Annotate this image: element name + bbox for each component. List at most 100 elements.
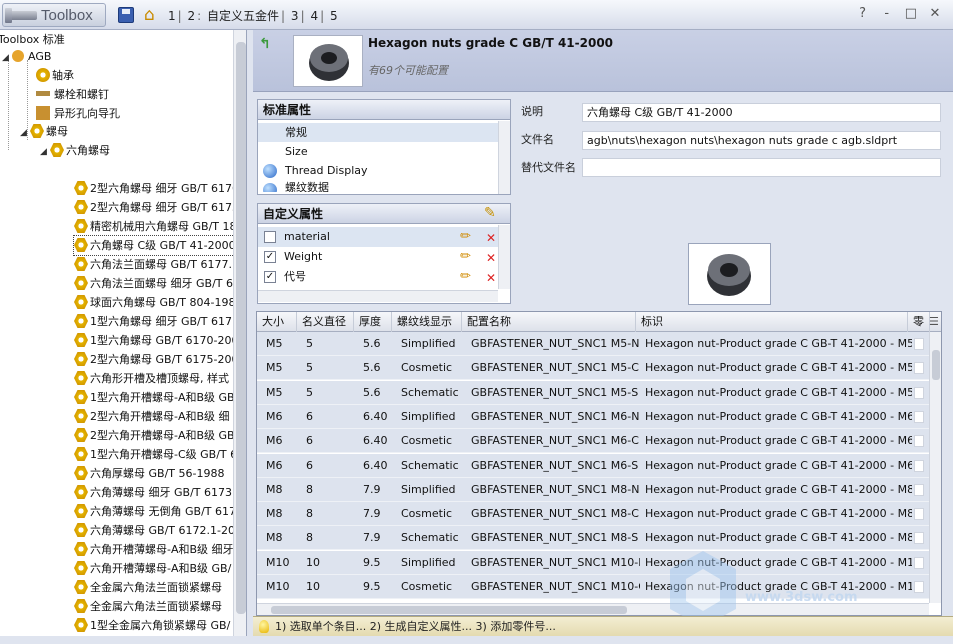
tree-node-bolts[interactable]: 螺栓和螺钉 [36, 85, 109, 104]
tree-item-hex-nut[interactable]: 六角厚螺母 GB/T 56-1988 [74, 464, 224, 483]
col-part-number[interactable]: 零 [908, 312, 930, 332]
table-row[interactable]: M6 6 6.40 Simplified GBFASTENER_NUT_SNC1 M6-… [257, 404, 929, 429]
part-number-cell[interactable] [914, 556, 924, 569]
description-field[interactable]: 六角螺母 C级 GB/T 41-2000 [582, 103, 941, 122]
custom-prop-weight[interactable]: ✓ Weight ✏ ✕ [258, 247, 498, 267]
tree-node-nuts[interactable]: ◢ 螺母 [20, 122, 68, 141]
tree-node-agb[interactable]: ◢ AGB [2, 47, 51, 66]
table-row[interactable]: M5 5 5.6 Cosmetic GBFASTENER_NUT_SNC1 M5-C He… [257, 356, 929, 381]
maximize-button[interactable]: □ [901, 6, 921, 21]
prop-general[interactable]: 常规 [258, 123, 498, 142]
standard-props-scrollbar[interactable] [498, 121, 510, 194]
help-button[interactable]: ? [853, 6, 873, 21]
col-size[interactable]: 大小 [257, 312, 297, 332]
col-nominal-diameter[interactable]: 名义直径 [297, 312, 354, 332]
material-checkbox[interactable] [264, 231, 276, 243]
part-number-cell[interactable] [914, 532, 924, 545]
column-chooser-icon[interactable]: ☰ [929, 315, 939, 328]
tree-item-hex-nut[interactable]: 六角薄螺母 无倒角 GB/T 617 [74, 502, 236, 521]
table-row[interactable]: M8 8 7.9 Schematic GBFASTENER_NUT_SNC1 M8-S H… [257, 526, 929, 551]
toolbox-logo[interactable]: Toolbox [2, 3, 106, 27]
tab-3[interactable]: 3 [291, 9, 299, 23]
part-number-cell[interactable] [914, 338, 924, 350]
edit-icon[interactable]: ✏ [460, 250, 476, 264]
tree-item-hex-nut[interactable]: 球面六角螺母 GB/T 804-1988 [74, 293, 242, 312]
part-number-cell[interactable] [914, 435, 924, 448]
weight-checkbox[interactable]: ✓ [264, 251, 276, 263]
prop-thread-display[interactable]: Thread Display [258, 161, 498, 180]
minimize-button[interactable]: - [877, 6, 897, 21]
tab-1[interactable]: 1 [168, 9, 176, 23]
part-number-cell[interactable] [914, 483, 924, 496]
table-scroll-thumb[interactable] [932, 350, 940, 380]
tree-item-hex-nut[interactable]: 1型六角螺母 GB/T 6170-2000 [74, 331, 245, 350]
tree-scroll-thumb[interactable] [236, 42, 246, 614]
tree-item-hex-nut[interactable]: 1型六角开槽螺母-A和B级 GB [74, 388, 235, 407]
part-number-cell[interactable] [914, 581, 924, 593]
edit-icon[interactable]: ✏ [460, 270, 476, 284]
tree-item-hex-nut[interactable]: 六角薄螺母 细牙 GB/T 6173 [74, 483, 232, 502]
table-row[interactable]: M5 5 5.6 Simplified GBFASTENER_NUT_SNC1 M5-N… [257, 332, 929, 356]
tree-item-hex-nut[interactable]: 六角法兰面螺母 细牙 GB/T 6177.2 [74, 274, 246, 293]
part-number-cell[interactable] [914, 459, 924, 472]
alt-filename-field[interactable] [582, 158, 941, 177]
part-number-cell[interactable] [914, 410, 924, 423]
filename-field[interactable]: agb\nuts\hexagon nuts\hexagon nuts grade… [582, 131, 941, 150]
code-checkbox[interactable]: ✓ [264, 271, 276, 283]
part-number-cell[interactable] [914, 362, 924, 375]
edit-icon[interactable]: ✏ [460, 230, 476, 244]
tab-2[interactable]: 2 [188, 9, 196, 23]
table-row[interactable]: M8 8 7.9 Cosmetic GBFASTENER_NUT_SNC1 M8-C He… [257, 502, 929, 527]
tree-scrollbar[interactable] [233, 30, 246, 636]
tree-item-hex-nut[interactable]: 2型六角螺母 GB/T 6175-2000 [74, 350, 245, 369]
custom-prop-code[interactable]: ✓ 代号 ✏ ✕ [258, 267, 498, 287]
delete-icon[interactable]: ✕ [486, 228, 496, 248]
tree-item-hex-nut[interactable]: 2型六角螺母 细牙 GB/T 6175-2000 [74, 198, 246, 217]
tree-node-bearings[interactable]: 轴承 [36, 66, 74, 85]
back-arrow-icon[interactable]: ↰ [259, 36, 271, 52]
prop-thread-data[interactable]: 螺纹数据 [258, 180, 498, 192]
table-row[interactable]: M6 6 6.40 Cosmetic GBFASTENER_NUT_SNC1 M6-C H… [257, 429, 929, 454]
tree-item-hex-nut[interactable]: 1型六角开槽螺母-C级 GB/T 6 [74, 445, 237, 464]
tree-item-hex-nut[interactable]: 2型六角螺母 细牙 GB/T 6176-2000 [74, 179, 246, 198]
table-row[interactable]: M8 8 7.9 Simplified GBFASTENER_NUT_SNC1 M8-N… [257, 477, 929, 502]
home-icon[interactable]: ⌂ [144, 5, 164, 25]
col-designation[interactable]: 标识 [636, 312, 908, 332]
part-number-cell[interactable] [914, 386, 924, 399]
tab-4[interactable]: 4 [310, 9, 318, 23]
tree-item-hex-nut[interactable]: 精密机械用六角螺母 GB/T 18195-2000 [74, 217, 246, 236]
custom-prop-material[interactable]: material ✏ ✕ [258, 227, 498, 247]
col-thickness[interactable]: 厚度 [354, 312, 392, 332]
tree-item-hex-nut[interactable]: 2型六角开槽螺母-A和B级 GB [74, 426, 235, 445]
table-vscrollbar[interactable] [929, 332, 941, 603]
tree-item-hex-nut[interactable]: 2型六角开槽螺母-A和B级 细 [74, 407, 230, 426]
tree-item-hex-nut[interactable]: 1型全金属六角锁紧螺母 GB/ [74, 616, 230, 635]
tree-item-hex-nut[interactable]: 全金属六角法兰面锁紧螺母 [74, 597, 222, 616]
tree-item-hex-nut[interactable]: 1型六角螺母 细牙 GB/T 6171-2000 [74, 312, 246, 331]
part-number-cell[interactable] [914, 508, 924, 521]
tree-item-hex-nut[interactable]: 全金属六角法兰面锁紧螺母 [74, 578, 222, 597]
table-row[interactable]: M10 10 9.5 Simplified GBFASTENER_NUT_SNC1 M1… [257, 550, 929, 575]
tree-item-hex-nut[interactable]: 六角开槽薄螺母-A和B级 细牙 [74, 540, 234, 559]
close-button[interactable]: ✕ [925, 6, 945, 21]
tree-item-hex-nut[interactable]: 六角螺母 C级 GB/T 41-2000 [73, 235, 237, 256]
tree-item-hex-nut[interactable]: 六角薄螺母 GB/T 6172.1-2000 [74, 521, 246, 540]
add-property-icon[interactable]: ✎ [484, 205, 496, 221]
tree-item-hex-nut[interactable]: 六角法兰面螺母 GB/T 6177.1-2000 [74, 255, 246, 274]
table-row[interactable]: M6 6 6.40 Schematic GBFASTENER_NUT_SNC1 M6-S… [257, 453, 929, 478]
delete-icon[interactable]: ✕ [486, 248, 496, 268]
delete-icon[interactable]: ✕ [486, 268, 496, 288]
tab-5[interactable]: 5 [330, 9, 338, 23]
tree-node-hole-wizard[interactable]: 异形孔向导孔 [36, 104, 120, 123]
table-row[interactable]: M5 5 5.6 Schematic GBFASTENER_NUT_SNC1 M5-S H… [257, 380, 929, 405]
table-hscroll-thumb[interactable] [271, 606, 627, 614]
tab-custom-hardware[interactable]: 自定义五金件 [207, 9, 279, 23]
col-config-name[interactable]: 配置名称 [462, 312, 636, 332]
tree-item-hex-nut[interactable]: 六角形开槽及槽顶螺母, 样式 [74, 369, 229, 388]
custom-props-scrollbar[interactable] [498, 225, 510, 289]
tree-item-hex-nut[interactable]: 六角开槽薄螺母-A和B级 GB/ [74, 559, 231, 578]
col-thread-display[interactable]: 螺纹线显示 [392, 312, 462, 332]
prop-size[interactable]: Size [258, 142, 498, 161]
save-icon[interactable] [118, 7, 134, 23]
tree-node-hex-nuts[interactable]: ◢ 六角螺母 [40, 141, 110, 160]
